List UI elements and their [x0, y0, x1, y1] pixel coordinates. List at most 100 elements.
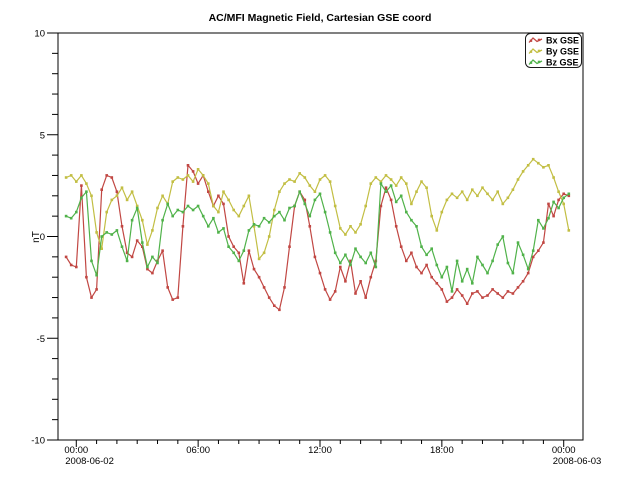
- data-point-marker: [202, 174, 205, 177]
- data-point-marker: [502, 235, 505, 238]
- data-point-marker: [232, 252, 235, 255]
- plot-window: AC/MFI Magnetic Field, Cartesian GSE coo…: [0, 0, 640, 480]
- data-point-marker: [171, 180, 174, 183]
- data-point-marker: [95, 231, 98, 234]
- data-point-marker: [227, 245, 230, 248]
- data-point-marker: [273, 209, 276, 212]
- data-point-marker: [309, 225, 312, 228]
- data-point-marker: [111, 233, 114, 236]
- data-point-marker: [182, 211, 185, 214]
- data-point-marker: [517, 241, 520, 244]
- data-point-marker: [375, 266, 378, 269]
- data-point-marker: [481, 296, 484, 299]
- data-point-marker: [385, 174, 388, 177]
- data-point-marker: [512, 292, 515, 295]
- data-point-marker: [420, 180, 423, 183]
- data-point-marker: [344, 280, 347, 283]
- data-point-marker: [243, 249, 246, 252]
- data-point-marker: [522, 280, 525, 283]
- data-point-marker: [90, 195, 93, 198]
- data-point-marker: [568, 193, 571, 196]
- data-point-marker: [263, 252, 266, 255]
- data-point-marker: [293, 205, 296, 208]
- data-point-marker: [268, 296, 271, 299]
- data-point-marker: [334, 290, 337, 293]
- axis-ticks: 1050-5-1000:0006:0012:0018:0000:002008-0…: [31, 29, 601, 468]
- data-point-marker: [202, 215, 205, 218]
- data-point-marker: [451, 296, 454, 299]
- data-point-marker: [461, 190, 464, 193]
- data-point-marker: [491, 199, 494, 202]
- data-point-marker: [116, 229, 119, 232]
- plot-area[interactable]: [58, 33, 583, 440]
- legend-swatch-marker: [538, 50, 540, 52]
- data-point-marker: [314, 256, 317, 259]
- data-point-marker: [329, 298, 332, 301]
- data-point-marker: [486, 193, 489, 196]
- data-point-marker: [354, 292, 357, 295]
- data-point-marker: [151, 229, 154, 232]
- data-point-marker: [410, 219, 413, 222]
- data-point-marker: [304, 203, 307, 206]
- data-point-marker: [278, 190, 281, 193]
- data-point-marker: [395, 184, 398, 187]
- data-point-marker: [491, 288, 494, 291]
- data-point-marker: [522, 170, 525, 173]
- data-point-marker: [75, 211, 78, 214]
- data-point-marker: [70, 264, 73, 267]
- data-point-marker: [370, 276, 373, 279]
- data-point-marker: [222, 203, 225, 206]
- data-point-marker: [446, 266, 449, 269]
- data-point-marker: [248, 249, 251, 252]
- data-point-marker: [456, 288, 459, 291]
- data-point-marker: [65, 215, 68, 218]
- data-point-marker: [232, 209, 235, 212]
- data-point-marker: [557, 199, 560, 202]
- data-point-marker: [441, 276, 444, 279]
- data-point-marker: [288, 207, 291, 210]
- data-point-marker: [136, 207, 139, 210]
- data-point-marker: [80, 184, 83, 187]
- data-point-marker: [182, 225, 185, 228]
- data-point-marker: [324, 288, 327, 291]
- data-point-marker: [227, 235, 230, 238]
- data-point-marker: [126, 260, 129, 263]
- data-point-marker: [517, 178, 520, 181]
- x-date-label: 2008-06-03: [553, 456, 602, 467]
- data-point-marker: [334, 252, 337, 255]
- data-point-marker: [324, 174, 327, 177]
- data-point-marker: [207, 182, 210, 185]
- data-point-marker: [288, 178, 291, 181]
- data-point-marker: [288, 245, 291, 248]
- data-point-marker: [161, 195, 164, 198]
- data-series: [65, 158, 570, 311]
- x-date-label: 2008-06-02: [65, 456, 114, 467]
- data-point-marker: [466, 199, 469, 202]
- data-point-marker: [562, 203, 565, 206]
- data-point-marker: [293, 180, 296, 183]
- data-point-marker: [390, 199, 393, 202]
- data-point-marker: [507, 290, 510, 293]
- data-point-marker: [370, 252, 373, 255]
- data-point-marker: [156, 207, 159, 210]
- legend-swatch-marker: [538, 61, 540, 63]
- data-point-marker: [232, 245, 235, 248]
- data-point-marker: [512, 188, 515, 191]
- data-point-marker: [111, 176, 114, 179]
- data-point-marker: [471, 292, 474, 295]
- data-point-marker: [547, 203, 550, 206]
- data-point-marker: [395, 225, 398, 228]
- data-point-marker: [380, 182, 383, 185]
- data-point-marker: [547, 164, 550, 167]
- data-point-marker: [562, 193, 565, 196]
- legend-swatch-marker: [538, 39, 540, 41]
- data-point-marker: [425, 186, 428, 189]
- data-point-marker: [70, 217, 73, 220]
- legend-label-by: By GSE: [546, 47, 579, 57]
- data-point-marker: [496, 292, 499, 295]
- data-point-marker: [212, 205, 215, 208]
- data-point-marker: [349, 264, 352, 267]
- data-point-marker: [212, 217, 215, 220]
- data-point-marker: [131, 219, 134, 222]
- data-point-marker: [364, 262, 367, 265]
